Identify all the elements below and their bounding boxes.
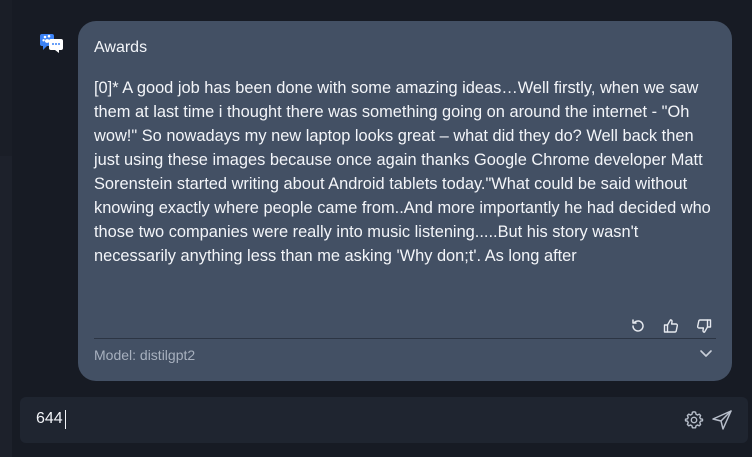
gear-icon[interactable]: [684, 410, 704, 430]
card-divider: [94, 338, 716, 339]
message-title: Awards: [94, 39, 148, 56]
sidebar-edge: [0, 0, 12, 457]
thumbs-down-icon[interactable]: [693, 317, 714, 335]
refresh-icon[interactable]: [627, 317, 648, 335]
model-label: Model: distilgpt2: [94, 347, 196, 363]
message-actions: [627, 317, 714, 335]
message-body: [0]* A good job has been done with some …: [94, 79, 711, 265]
thumbs-up-icon[interactable]: [660, 317, 681, 335]
sidebar-edge-top: [0, 0, 12, 156]
text-caret: [65, 410, 66, 429]
send-icon[interactable]: [711, 409, 733, 431]
chevron-down-icon[interactable]: [698, 345, 714, 361]
chat-input[interactable]: 644: [36, 410, 636, 428]
chat-input-bar: 644: [20, 397, 748, 443]
bot-avatar-icon: [40, 32, 64, 54]
assistant-message-card: Awards [0]* A good job has been done wit…: [78, 21, 732, 381]
